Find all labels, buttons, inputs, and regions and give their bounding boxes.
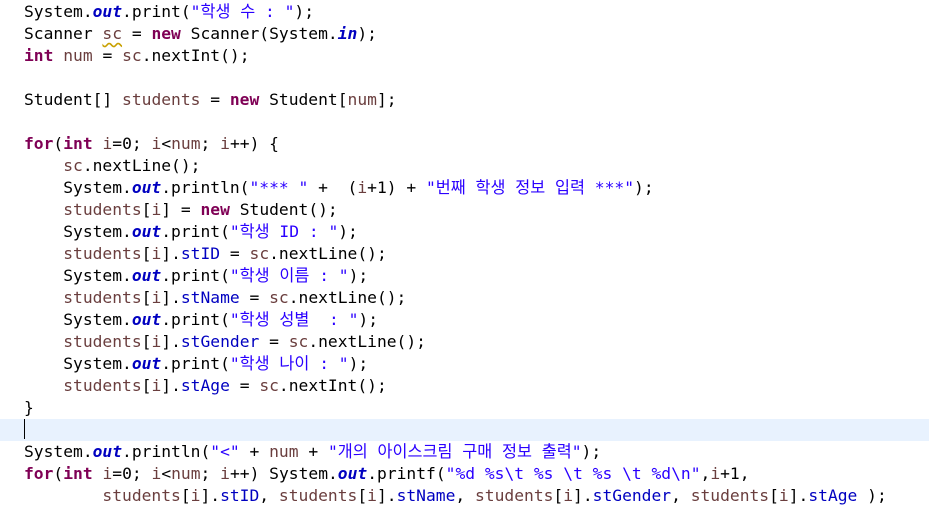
code-line[interactable]: students[i].stGender = sc.nextLine(); bbox=[0, 331, 929, 353]
code-line[interactable]: students[i].stAge = sc.nextInt(); bbox=[0, 375, 929, 397]
code-line[interactable]: students[i].stID, students[i].stName, st… bbox=[0, 485, 929, 507]
code-line[interactable]: students[i].stName = sc.nextLine(); bbox=[0, 287, 929, 309]
code-line[interactable]: for(int i=0; i<num; i++) { bbox=[0, 133, 929, 155]
code-line[interactable]: System.out.println("*** " + (i+1) + "번째 … bbox=[0, 177, 929, 199]
code-editor[interactable]: System.out.print("학생 수 : "); Scanner sc =… bbox=[0, 0, 929, 513]
code-line[interactable]: System.out.println("<" + num + "개의 아이스크림… bbox=[0, 441, 929, 463]
code-line[interactable]: System.out.print("학생 이름 : "); bbox=[0, 265, 929, 287]
code-line[interactable]: } bbox=[0, 397, 929, 419]
code-line[interactable]: Student[] students = new Student[num]; bbox=[0, 89, 929, 111]
code-line[interactable]: sc.nextLine(); bbox=[0, 155, 929, 177]
code-line[interactable]: System.out.print("학생 나이 : "); bbox=[0, 353, 929, 375]
code-line[interactable]: for(int i=0; i<num; i++) System.out.prin… bbox=[0, 463, 929, 485]
code-line[interactable]: students[i] = new Student(); bbox=[0, 199, 929, 221]
code-line[interactable] bbox=[0, 67, 929, 89]
code-line[interactable]: students[i].stID = sc.nextLine(); bbox=[0, 243, 929, 265]
code-line[interactable] bbox=[0, 111, 929, 133]
code-line[interactable]: int num = sc.nextInt(); bbox=[0, 45, 929, 67]
text-cursor bbox=[24, 419, 25, 439]
code-line[interactable]: Scanner sc = new Scanner(System.in); bbox=[0, 23, 929, 45]
code-line[interactable]: System.out.print("학생 성별 : "); bbox=[0, 309, 929, 331]
code-line[interactable] bbox=[0, 419, 929, 441]
code-line[interactable]: System.out.print("학생 수 : "); bbox=[0, 1, 929, 23]
code-line[interactable]: System.out.print("학생 ID : "); bbox=[0, 221, 929, 243]
